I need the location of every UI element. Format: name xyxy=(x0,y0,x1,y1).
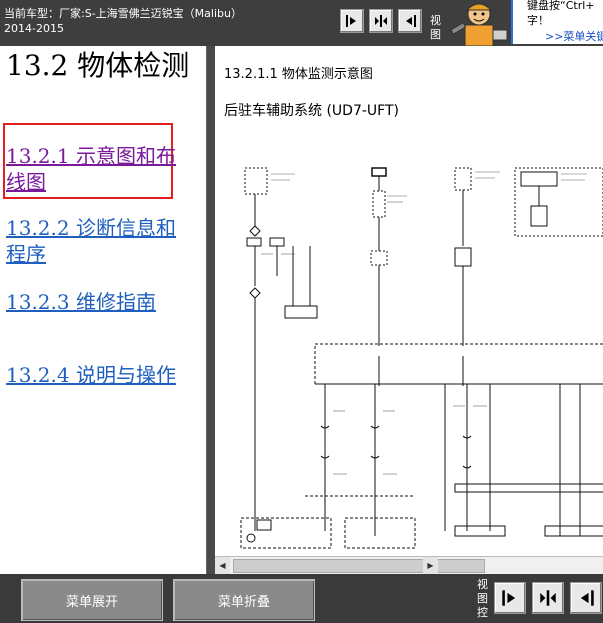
panel-divider[interactable] xyxy=(207,46,215,574)
bottom-panel-left-button[interactable] xyxy=(570,582,602,614)
mechanic-mascot-icon xyxy=(443,0,513,46)
menu-keyword-link[interactable]: >>菜单关键 xyxy=(545,28,603,44)
bottom-bar: 菜单展开 菜单折叠 视图控 xyxy=(0,574,603,623)
split-arrows-icon xyxy=(540,590,556,606)
panel-right-button[interactable] xyxy=(340,9,364,33)
scroll-left-icon[interactable]: ◀ xyxy=(215,557,230,574)
system-subtitle: 后驻车辅助系统 (UD7-UFT) xyxy=(224,103,399,119)
panel-left-button[interactable] xyxy=(398,9,422,33)
arrow-right-bar-icon xyxy=(346,15,356,27)
toc-item-instructions[interactable]: 13.2.4 说明与操作 xyxy=(6,362,176,388)
view-nav-buttons xyxy=(340,9,422,33)
vehicle-years: 2014-2015 xyxy=(4,22,64,35)
hint-line-1: 键盘按“Ctrl+ xyxy=(527,0,595,12)
hint-line-2: 字！ xyxy=(527,14,549,27)
toc-panel: 13.2 物体检测 13.2.1 示意图和布线图 13.2.2 诊断信息和程序 … xyxy=(0,46,207,574)
bottom-view-buttons xyxy=(494,582,602,614)
top-bar: 当前车型：厂家:S-上海雪佛兰迈锐宝（Malibu） 2014-2015 视图 … xyxy=(0,0,603,46)
panel-split-button[interactable] xyxy=(369,9,393,33)
arrow-left-bar-icon xyxy=(580,590,594,606)
menu-expand-button[interactable]: 菜单展开 xyxy=(21,579,163,621)
vehicle-info: 当前车型：厂家:S-上海雪佛兰迈锐宝（Malibu） 2014-2015 xyxy=(4,6,334,36)
view-control-label: 视图控 xyxy=(477,578,488,619)
menu-collapse-button[interactable]: 菜单折叠 xyxy=(173,579,315,621)
toc-item-repair[interactable]: 13.2.3 维修指南 xyxy=(6,289,176,315)
page-title: 13.2.1.1 物体监测示意图 xyxy=(224,67,373,82)
wiring-diagram xyxy=(240,167,603,549)
horizontal-scrollbar[interactable]: ◀ ▶ xyxy=(215,556,603,574)
vehicle-model: 当前车型：厂家:S-上海雪佛兰迈锐宝（Malibu） xyxy=(4,7,242,20)
arrow-right-bar-icon xyxy=(502,590,516,606)
view-label: 视图 xyxy=(430,14,441,41)
split-arrows-icon xyxy=(375,15,387,27)
scroll-right-icon[interactable]: ▶ xyxy=(423,557,438,574)
hint-text: 键盘按“Ctrl+ 字！ xyxy=(527,0,595,28)
hint-box: 键盘按“Ctrl+ 字！ >>菜单关键 xyxy=(511,0,603,44)
bottom-panel-split-button[interactable] xyxy=(532,582,564,614)
content-panel: 13.2.1.1 物体监测示意图 后驻车辅助系统 (UD7-UFT) xyxy=(215,46,603,556)
bottom-panel-right-button[interactable] xyxy=(494,582,526,614)
section-title: 13.2 物体检测 xyxy=(6,49,190,82)
toc-item-diagnostics[interactable]: 13.2.2 诊断信息和程序 xyxy=(6,215,176,267)
scroll-thumb[interactable] xyxy=(233,559,485,573)
arrow-left-bar-icon xyxy=(406,15,416,27)
toc-item-schematics[interactable]: 13.2.1 示意图和布线图 xyxy=(6,143,176,195)
